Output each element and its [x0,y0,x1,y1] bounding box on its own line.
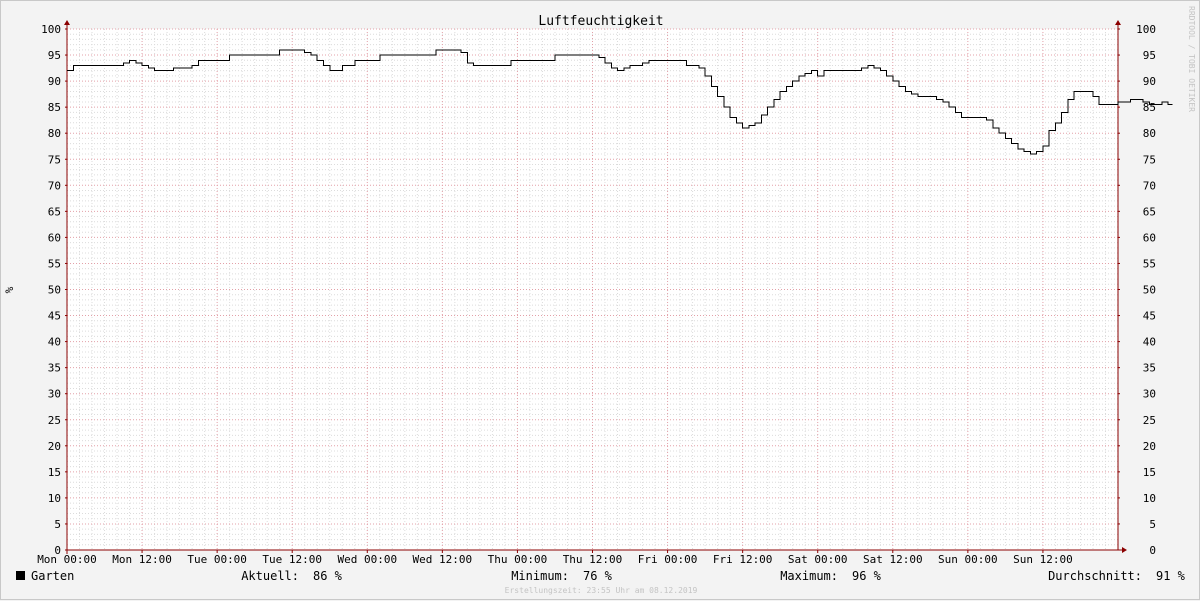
y-tick-label: 90 [48,75,61,88]
y-tick-label: 50 [48,284,61,297]
y-tick-label: 85 [48,101,61,114]
legend-current-label: Aktuell: [241,569,299,583]
y-tick-label: 95 [48,49,61,62]
x-tick-label: Thu 00:00 [488,553,548,566]
x-tick-label: Thu 12:00 [563,553,623,566]
x-tick-label: Sun 12:00 [1013,553,1073,566]
y-tick-label-right: 15 [1143,466,1156,479]
y-tick-label: 65 [48,205,61,218]
y-tick-label-right: 50 [1143,284,1156,297]
x-tick-label: Wed 00:00 [337,553,397,566]
rrdtool-watermark: RRDTOOL / TOBI OETIKER [1187,6,1196,112]
y-tick-label: 60 [48,231,61,244]
legend-series-name: Garten [31,569,74,583]
y-tick-label-right: 70 [1143,179,1156,192]
x-tick-label: Fri 00:00 [638,553,698,566]
legend-max-label: Maximum: [780,569,838,583]
y-tick-label: 15 [48,466,61,479]
y-tick-label-right: 55 [1143,257,1156,270]
y-tick-label-right: 65 [1143,205,1156,218]
y-tick-label: 75 [48,153,61,166]
x-tick-label: Sat 12:00 [863,553,923,566]
y-tick-label-right: 80 [1143,127,1156,140]
y-tick-label: 30 [48,388,61,401]
luftfeuchtigkeit-chart: 0 05 510 1015 1520 2025 2530 3035 3540 4045 4550 50… [3,6,1196,595]
y-tick-label-right: 95 [1143,49,1156,62]
legend-max-value: 96 % [852,569,882,583]
legend-min-label: Minimum: [511,569,569,583]
y-tick-label-right: 45 [1143,310,1156,323]
y-axis-arrow [64,20,70,25]
legend-current-value: 86 % [313,569,343,583]
y-tick-label-right: 75 [1143,153,1156,166]
y-tick-label: 20 [48,440,61,453]
y-tick-label: 10 [48,492,61,505]
legend-avg-value: 91 % [1156,569,1186,583]
chart-frame: 0 0 5 5 10 10 15 15 20 20 25 25 30 30 35 35 40 40 45 45 50 50… [0,0,1200,600]
chart-title: Luftfeuchtigkeit [538,14,663,29]
y-tick-label: 5 [54,518,61,531]
y-tick-label: 45 [48,310,61,323]
x-tick-label: Tue 00:00 [187,553,247,566]
legend-min-value: 76 % [583,569,613,583]
x-tick-label: Sat 00:00 [788,553,848,566]
x-tick-label: Tue 12:00 [262,553,322,566]
y-tick-label: 25 [48,414,61,427]
y-tick-label-right: 100 [1136,23,1156,36]
x-tick-label: Mon 12:00 [112,553,172,566]
x-tick-label: Fri 12:00 [713,553,773,566]
y-tick-label: 40 [48,336,61,349]
x-tick-label: Mon 00:00 [37,553,97,566]
y-tick-label-right: 40 [1143,336,1156,349]
legend-swatch [16,571,25,580]
y-tick-label-right: 30 [1143,388,1156,401]
y-tick-label-right: 25 [1143,414,1156,427]
y-tick-label-right: 35 [1143,362,1156,375]
y-tick-label-right: 0 [1149,544,1156,557]
x-tick-label: Wed 12:00 [413,553,473,566]
y-tick-label-right: 5 [1149,518,1156,531]
x-axis-arrow [1122,547,1127,553]
y-tick-label: 35 [48,362,61,375]
y-tick-label: 70 [48,179,61,192]
creation-timestamp: Erstellungszeit: 23:55 Uhr am 08.12.2019 [505,586,698,595]
legend-avg-label: Durchschnitt: [1048,569,1142,583]
y-tick-label-right: 20 [1143,440,1156,453]
y-axis-right-arrow [1115,20,1121,25]
y-tick-label: 100 [41,23,61,36]
y-tick-label-right: 10 [1143,492,1156,505]
y-tick-label: 80 [48,127,61,140]
y-tick-label: 55 [48,257,61,270]
y-tick-label-right: 60 [1143,231,1156,244]
x-tick-label: Sun 00:00 [938,553,998,566]
y-tick-label-right: 90 [1143,75,1156,88]
y-axis-label: % [3,286,16,293]
